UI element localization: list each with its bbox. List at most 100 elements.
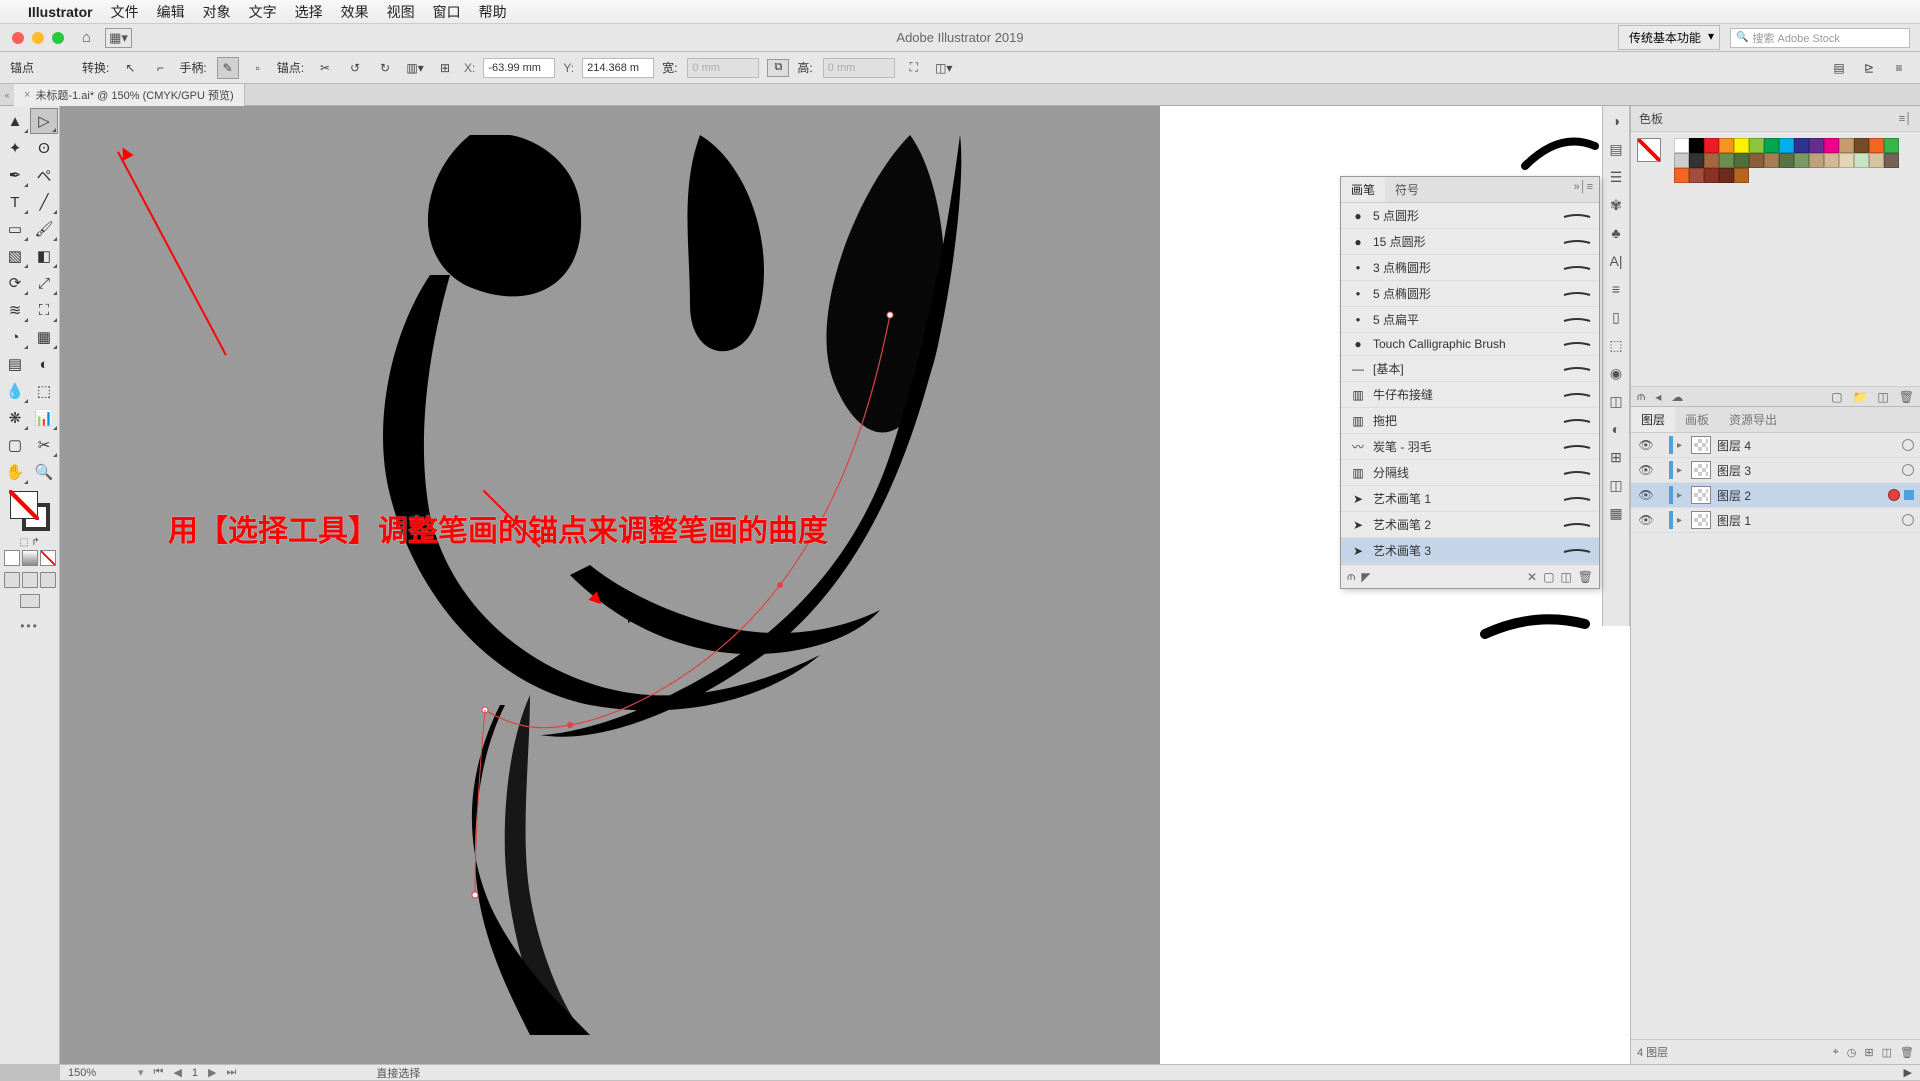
visibility-icon[interactable]: 👁 bbox=[1637, 488, 1655, 502]
menu-text[interactable]: 文字 bbox=[249, 2, 277, 22]
brush-item[interactable]: ▥拖把 bbox=[1341, 408, 1599, 434]
panel-collapse-icon[interactable]: »│≡ bbox=[1568, 177, 1599, 202]
nav-prev-icon[interactable]: ◀ bbox=[173, 1066, 181, 1079]
brush-trash-icon[interactable]: 🗑 bbox=[1578, 570, 1593, 584]
dock-stroke-icon[interactable]: ☰ bbox=[1605, 166, 1627, 188]
brushes-panel[interactable]: 画笔 符号 »│≡ ●5 点圆形●15 点圆形●3 点椭圆形●5 点椭圆形●5 … bbox=[1340, 176, 1600, 589]
target-icon[interactable] bbox=[1902, 464, 1914, 476]
layer-row[interactable]: 👁▸图层 2 bbox=[1631, 483, 1920, 508]
y-input[interactable]: 214.368 m bbox=[582, 58, 654, 78]
line-tool[interactable]: ╱ bbox=[30, 189, 58, 215]
isolate-icon[interactable]: ⛶ bbox=[903, 57, 925, 79]
handle-icon-2[interactable]: ▫ bbox=[247, 57, 269, 79]
options-icon-2[interactable]: ⊵ bbox=[1858, 57, 1880, 79]
brush-item[interactable]: ➤艺术画笔 2 bbox=[1341, 512, 1599, 538]
tab-chevron-icon[interactable]: « bbox=[0, 90, 14, 100]
magic-wand-tool[interactable]: ✦ bbox=[1, 135, 29, 161]
menu-window[interactable]: 窗口 bbox=[433, 2, 461, 22]
brush-item[interactable]: —[基本] bbox=[1341, 356, 1599, 382]
brush-item[interactable]: ●15 点圆形 bbox=[1341, 229, 1599, 255]
eraser-tool[interactable]: ◧ bbox=[30, 243, 58, 269]
dock-gradient-icon[interactable]: ▤ bbox=[1605, 138, 1627, 160]
blend-tool[interactable]: ⬚ bbox=[30, 378, 58, 404]
cut-path-icon[interactable]: ↻ bbox=[374, 57, 396, 79]
swatch-grid[interactable] bbox=[1674, 138, 1899, 183]
arrange-icon[interactable]: ▦▾ bbox=[105, 28, 132, 48]
menu-file[interactable]: 文件 bbox=[111, 2, 139, 22]
menu-help[interactable]: 帮助 bbox=[479, 2, 507, 22]
layer-new-icon[interactable]: ◫ bbox=[1882, 1046, 1892, 1059]
type-tool[interactable]: T bbox=[1, 189, 29, 215]
lib3-icon[interactable]: ☁ bbox=[1671, 390, 1683, 404]
options-menu-icon[interactable]: ≡ bbox=[1888, 57, 1910, 79]
rotate-tool[interactable]: ⟳ bbox=[1, 270, 29, 296]
layers-tab[interactable]: 图层 bbox=[1631, 407, 1675, 432]
x-input[interactable]: -63.99 mm bbox=[483, 58, 555, 78]
menu-edit[interactable]: 编辑 bbox=[157, 2, 185, 22]
link-wh-icon[interactable]: ⧉ bbox=[767, 59, 789, 77]
brush-item[interactable]: ●5 点扁平 bbox=[1341, 307, 1599, 333]
brush-item[interactable]: 〰炭笔 - 羽毛 bbox=[1341, 434, 1599, 460]
lasso-tool[interactable]: ʘ bbox=[30, 135, 58, 161]
draw-behind-icon[interactable] bbox=[22, 572, 38, 588]
convert-corner-icon[interactable]: ↖ bbox=[119, 57, 141, 79]
connect-anchor-icon[interactable]: ↺ bbox=[344, 57, 366, 79]
align-icon[interactable]: ▥▾ bbox=[404, 57, 426, 79]
swatch[interactable] bbox=[1779, 153, 1794, 168]
dock-graphic-icon[interactable]: ◫ bbox=[1605, 390, 1627, 412]
artboards-tab[interactable]: 画板 bbox=[1675, 407, 1719, 432]
swatch[interactable] bbox=[1704, 168, 1719, 183]
window-zoom[interactable] bbox=[52, 32, 64, 44]
zoom-level[interactable]: 150% bbox=[68, 1067, 128, 1079]
paintbrush-tool[interactable]: 🖌 bbox=[30, 216, 58, 242]
tab-close-icon[interactable]: × bbox=[24, 89, 30, 101]
expand-icon[interactable]: ▸ bbox=[1677, 465, 1691, 476]
brush-item[interactable]: ➤艺术画笔 3 bbox=[1341, 538, 1599, 564]
target-icon[interactable] bbox=[1888, 489, 1900, 501]
brush-new-icon[interactable]: ◫ bbox=[1560, 570, 1571, 584]
dock-grid-icon[interactable]: ▦ bbox=[1605, 502, 1627, 524]
layer-row[interactable]: 👁▸图层 1 bbox=[1631, 508, 1920, 533]
dock-brushes-icon[interactable]: ✾ bbox=[1605, 194, 1627, 216]
brush-remove-icon[interactable]: ✕ bbox=[1527, 570, 1537, 584]
scale-tool[interactable]: ⤢ bbox=[30, 270, 58, 296]
lib-icon[interactable]: ⫙ bbox=[1637, 389, 1645, 404]
panel-menu-icon[interactable]: ≡│ bbox=[1899, 113, 1912, 125]
perspective-tool[interactable]: ▦ bbox=[30, 324, 58, 350]
free-transform-tool[interactable]: ⛶ bbox=[30, 297, 58, 323]
menu-object[interactable]: 对象 bbox=[203, 2, 231, 22]
current-fill-stroke[interactable] bbox=[1637, 138, 1671, 172]
width-tool[interactable]: ≋ bbox=[1, 297, 29, 323]
asset-export-tab[interactable]: 资源导出 bbox=[1719, 407, 1787, 432]
dock-appearance-icon[interactable]: ◉ bbox=[1605, 362, 1627, 384]
options-icon-1[interactable]: ▤ bbox=[1828, 57, 1850, 79]
home-icon[interactable]: ⌂ bbox=[82, 29, 91, 46]
trash-icon[interactable]: 🗑 bbox=[1899, 390, 1914, 404]
app-name[interactable]: Illustrator bbox=[28, 4, 93, 20]
expand-icon[interactable]: ▸ bbox=[1677, 515, 1691, 526]
swatch[interactable] bbox=[1884, 138, 1899, 153]
symbols-tab[interactable]: 符号 bbox=[1385, 177, 1429, 202]
lib2-icon[interactable]: ◂ bbox=[1655, 390, 1661, 404]
swatch[interactable] bbox=[1779, 138, 1794, 153]
brush-item[interactable]: ●3 点椭圆形 bbox=[1341, 255, 1599, 281]
swatch[interactable] bbox=[1884, 153, 1899, 168]
swatch[interactable] bbox=[1869, 138, 1884, 153]
shape-builder-tool[interactable]: ◔ bbox=[1, 324, 29, 350]
swatch[interactable] bbox=[1764, 153, 1779, 168]
dock-color-icon[interactable]: ◑ bbox=[1605, 110, 1627, 132]
brush-item[interactable]: ●5 点椭圆形 bbox=[1341, 281, 1599, 307]
swatch[interactable] bbox=[1839, 153, 1854, 168]
layer-mask-icon[interactable]: ◷ bbox=[1847, 1046, 1857, 1059]
expand-icon[interactable]: ▸ bbox=[1677, 490, 1691, 501]
layer-sublayer-icon[interactable]: ⊞ bbox=[1864, 1046, 1873, 1059]
swatch[interactable] bbox=[1734, 168, 1749, 183]
workspace-dropdown[interactable]: 传统基本功能 bbox=[1618, 25, 1720, 50]
screen-mode-icon[interactable] bbox=[20, 594, 40, 608]
hand-tool[interactable]: ✋ bbox=[1, 459, 29, 485]
none-mode-icon[interactable] bbox=[40, 550, 56, 566]
mesh-tool[interactable]: ▤ bbox=[1, 351, 29, 377]
gradient-mode-icon[interactable] bbox=[22, 550, 38, 566]
handle-icon-1[interactable]: ✎ bbox=[217, 57, 239, 79]
target-icon[interactable] bbox=[1902, 514, 1914, 526]
